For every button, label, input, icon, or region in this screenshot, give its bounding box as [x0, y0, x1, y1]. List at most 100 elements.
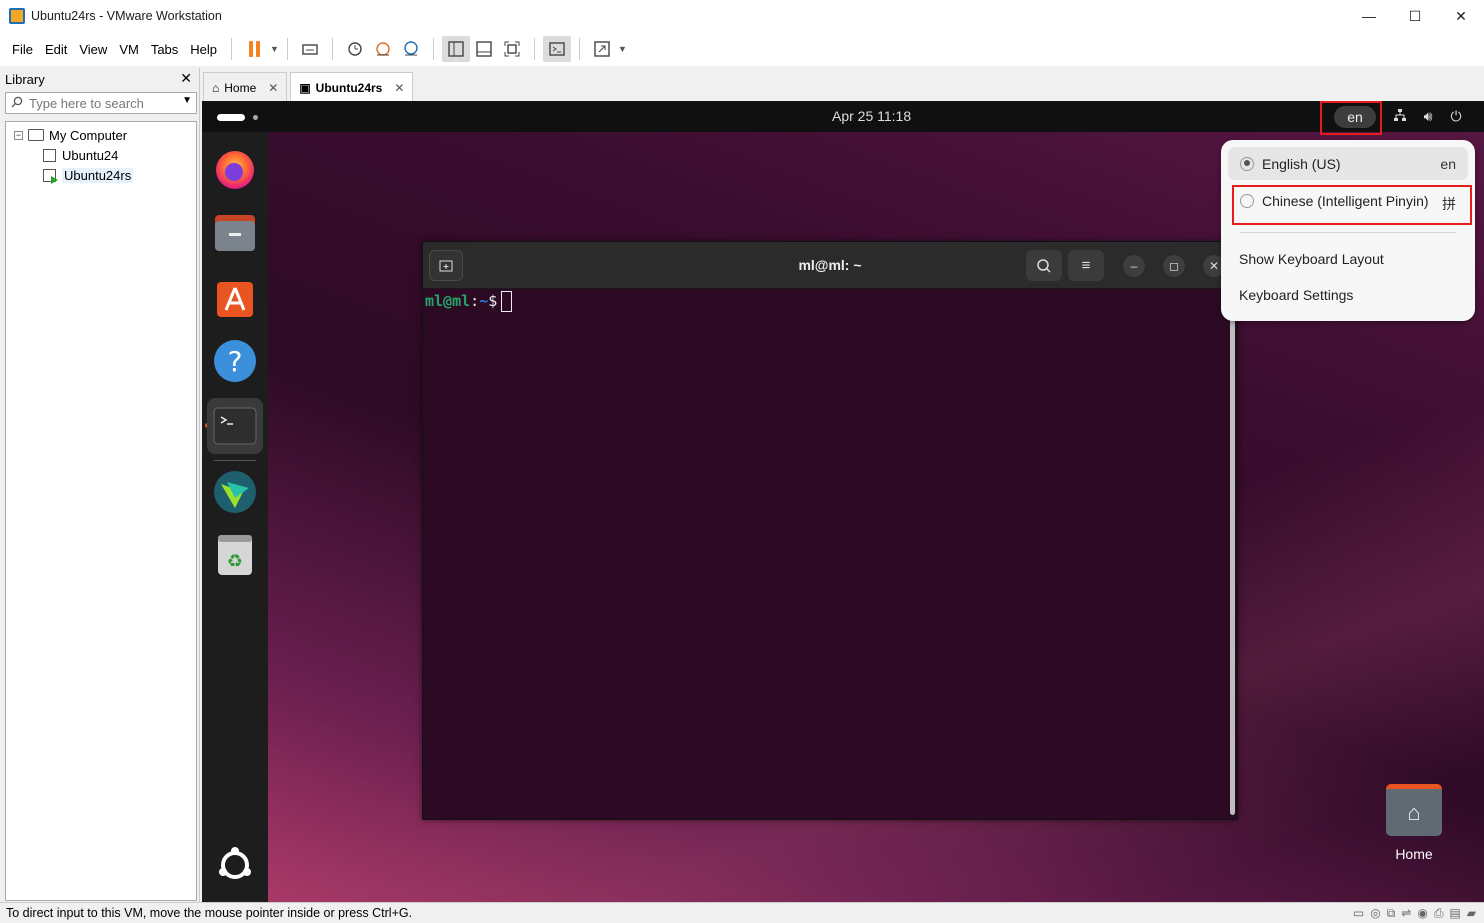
minimize-button[interactable]: — — [1346, 0, 1392, 32]
menu-vm[interactable]: VM — [113, 42, 145, 57]
search-dropdown-icon[interactable]: ▼ — [182, 95, 192, 106]
menu-help[interactable]: Help — [184, 42, 223, 57]
menu-tabs[interactable]: Tabs — [145, 42, 184, 57]
terminal-menu-button[interactable]: ≡ — [1068, 250, 1104, 281]
menu-bar: File Edit View VM Tabs Help ▼ ▼ — [0, 32, 1484, 66]
stretch-dropdown-icon[interactable]: ▼ — [618, 44, 627, 54]
home-folder-icon: ⌂ — [1386, 784, 1442, 836]
suspend-button[interactable] — [240, 36, 268, 62]
tab-close-icon[interactable]: ✕ — [394, 81, 404, 95]
tree-node-ubuntu24rs[interactable]: Ubuntu24rs — [6, 165, 196, 185]
dock-firefox[interactable] — [212, 146, 258, 192]
tab-home[interactable]: ⌂ Home ✕ — [203, 72, 288, 102]
tab-strip: ⌂ Home ✕ ▣ Ubuntu24rs ✕ — [203, 72, 416, 102]
snapshot-button[interactable] — [341, 36, 369, 62]
workspace-dot — [253, 115, 258, 120]
power-dropdown-icon[interactable]: ▼ — [270, 44, 279, 54]
show-library-button[interactable] — [441, 36, 470, 62]
search-input[interactable] — [29, 95, 169, 111]
full-screen-button[interactable] — [498, 36, 526, 62]
tab-label: Home — [224, 80, 257, 95]
keyboard-settings-item[interactable]: Keyboard Settings — [1239, 287, 1353, 303]
menu-edit[interactable]: Edit — [39, 42, 73, 57]
dock-app-center[interactable] — [212, 274, 258, 320]
cd-dvd-icon[interactable]: ◎ — [1370, 906, 1380, 921]
menu-divider — [1240, 232, 1456, 233]
tab-ubuntu24rs[interactable]: ▣ Ubuntu24rs ✕ — [290, 72, 414, 102]
library-title: Library — [5, 71, 45, 87]
dock-terminal[interactable] — [207, 398, 263, 454]
input-source-english[interactable]: English (US) en — [1228, 147, 1468, 180]
terminal-maximize-button[interactable]: ◻ — [1163, 255, 1185, 277]
maximize-icon: ◻ — [1169, 259, 1179, 273]
hard-disk-icon[interactable]: ▭ — [1353, 906, 1364, 921]
stretch-guest-button[interactable] — [588, 36, 616, 62]
tab-close-icon[interactable]: ✕ — [268, 81, 278, 95]
terminal-window[interactable]: ml@ml: ~ ≡ – ◻ ✕ ml@ml:~$ — [422, 241, 1238, 820]
search-icon — [1037, 258, 1051, 273]
terminal-header[interactable]: ml@ml: ~ ≡ – ◻ ✕ — [423, 242, 1237, 289]
terminal-search-button[interactable] — [1026, 250, 1062, 281]
send-ctrl-alt-del-button[interactable] — [296, 36, 324, 62]
desktop-icon-label: Home — [1395, 846, 1433, 862]
minimize-icon: – — [1130, 259, 1138, 273]
toolbar-divider — [231, 38, 233, 60]
terminal-scrollbar[interactable] — [1230, 297, 1235, 815]
snapshot-manager-button[interactable] — [397, 36, 425, 62]
trash-icon: ♻ — [218, 535, 252, 575]
dock: ? ♻ — [202, 132, 268, 902]
vmware-logo-icon — [9, 8, 25, 24]
prompt-user: ml@ml — [425, 292, 471, 310]
app-center-icon — [217, 282, 253, 317]
status-bar: To direct input to this VM, move the mou… — [0, 902, 1484, 923]
snapshot-icon — [348, 42, 362, 56]
tree-node-my-computer[interactable]: − My Computer — [6, 125, 196, 145]
input-source-code: en — [1440, 155, 1456, 172]
highlight-box-indicator — [1320, 101, 1382, 135]
thumbnail-bar-button[interactable] — [470, 36, 498, 62]
desktop-home-folder[interactable]: ⌂ Home — [1382, 784, 1446, 862]
status-message: To direct input to this VM, move the mou… — [6, 906, 413, 920]
vm-display[interactable]: Apr 25 11:18 en 🔊︎ ⏻ ? ♻ ml@ml: ~ ≡ – ◻ … — [202, 101, 1484, 902]
menu-view[interactable]: View — [73, 42, 113, 57]
tree-node-ubuntu24[interactable]: Ubuntu24 — [6, 145, 196, 165]
power-icon[interactable]: ⏻ — [1448, 108, 1464, 125]
usb-icon[interactable]: ⇌ — [1401, 906, 1411, 921]
volume-icon[interactable]: 🔊︎ — [1420, 108, 1436, 125]
sound-card-icon[interactable]: ◉ — [1417, 906, 1427, 921]
network-adapter-icon[interactable]: ⧉ — [1387, 906, 1396, 921]
terminal-minimize-button[interactable]: – — [1123, 255, 1145, 277]
terminal-icon — [213, 407, 257, 445]
menu-file[interactable]: File — [6, 42, 39, 57]
library-search[interactable]: ▼ — [5, 92, 197, 114]
console-view-button[interactable] — [542, 36, 571, 62]
highlight-box-chinese — [1232, 185, 1472, 225]
network-icon[interactable] — [1392, 108, 1408, 125]
show-apps-button[interactable] — [212, 842, 258, 888]
vm-running-icon: ▣ — [299, 80, 311, 95]
dock-files[interactable] — [212, 210, 258, 256]
vm-running-icon — [43, 168, 58, 184]
show-keyboard-layout-item[interactable]: Show Keyboard Layout — [1239, 251, 1384, 267]
close-button[interactable]: ✕ — [1438, 0, 1484, 32]
dock-help[interactable]: ? — [212, 338, 258, 384]
revert-snapshot-button[interactable] — [369, 36, 397, 62]
library-close-button[interactable]: ✕ — [180, 70, 192, 87]
message-log-icon[interactable]: ▰ — [1467, 906, 1476, 921]
printer-icon[interactable]: ⎙ — [1434, 906, 1444, 921]
library-panel: Library ✕ ▼ − My Computer Ubuntu24 Ubunt… — [0, 68, 200, 902]
dock-trash[interactable]: ♻ — [212, 532, 258, 578]
pause-icon — [248, 41, 253, 57]
display-icon[interactable]: ▤ — [1449, 906, 1460, 921]
tab-label: Ubuntu24rs — [315, 80, 383, 95]
clock[interactable]: Apr 25 11:18 — [832, 108, 911, 124]
activities-button[interactable] — [217, 114, 245, 121]
dock-divider — [214, 460, 256, 461]
dock-app[interactable] — [212, 469, 258, 515]
title-bar: Ubuntu24rs - VMware Workstation — ☐ ✕ — [0, 0, 1484, 32]
collapse-toggle[interactable]: − — [14, 130, 23, 140]
prompt-separator: : — [470, 292, 480, 310]
terminal-content[interactable]: ml@ml:~$ — [423, 289, 1237, 314]
maximize-button[interactable]: ☐ — [1392, 0, 1438, 32]
keyboard-icon — [302, 44, 318, 55]
